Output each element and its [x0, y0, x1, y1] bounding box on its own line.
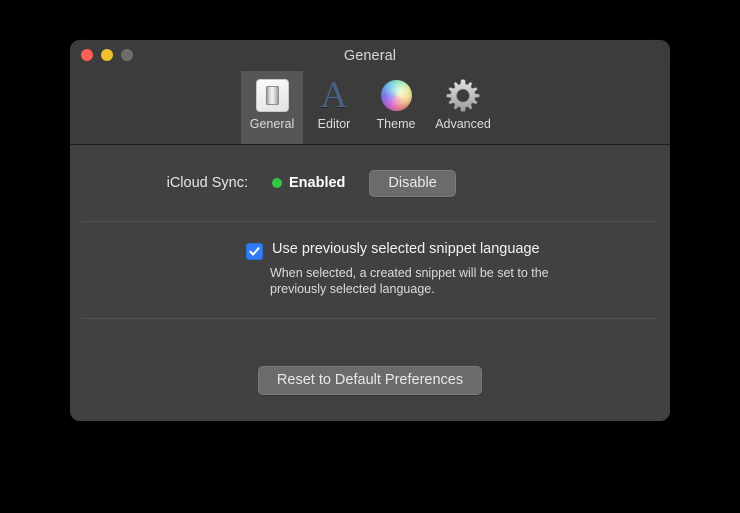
icloud-sync-label: iCloud Sync: [166, 175, 248, 191]
tab-theme[interactable]: Theme [365, 71, 427, 144]
status-indicator-dot [272, 178, 282, 188]
desktop-backdrop: General General A Editor Theme Advanced … [0, 0, 740, 513]
tab-general-label: General [249, 117, 295, 131]
tab-editor[interactable]: A Editor [303, 71, 365, 144]
window-titlebar: General [70, 40, 670, 71]
window-controls [81, 49, 133, 61]
preferences-window: General General A Editor Theme Advanced … [70, 40, 670, 421]
snippet-language-checkbox-line: Use previously selected snippet language [246, 241, 670, 260]
tab-theme-label: Theme [376, 117, 416, 131]
checkmark-icon [249, 247, 260, 256]
snippet-language-row: Use previously selected snippet language… [70, 222, 670, 318]
reset-row: Reset to Default Preferences [70, 319, 670, 395]
icloud-sync-row: iCloud Sync: Enabled Disable [70, 145, 670, 221]
window-title: General [343, 47, 397, 64]
use-previous-language-checkbox[interactable] [246, 243, 263, 260]
preferences-content: iCloud Sync: Enabled Disable Use previou… [70, 145, 670, 421]
tab-general[interactable]: General [241, 71, 303, 144]
tab-advanced[interactable]: Advanced [427, 71, 499, 144]
reset-to-default-preferences-button[interactable]: Reset to Default Preferences [257, 366, 483, 395]
use-previous-language-label: Use previously selected snippet language [272, 241, 540, 257]
icloud-status-text: Enabled [289, 175, 346, 191]
snippet-language-help-text: When selected, a created snippet will be… [270, 266, 549, 296]
gear-icon [441, 74, 485, 116]
close-button-icon[interactable] [81, 49, 93, 61]
tab-advanced-label: Advanced [435, 117, 491, 131]
zoom-button-icon[interactable] [121, 49, 133, 61]
color-wheel-icon [374, 74, 418, 116]
tab-editor-label: Editor [317, 117, 351, 131]
minimize-button-icon[interactable] [101, 49, 113, 61]
preferences-toolbar: General A Editor Theme Advanced [70, 71, 670, 145]
disable-icloud-sync-button[interactable]: Disable [369, 169, 456, 197]
serif-letter-a-icon: A [320, 74, 348, 116]
light-switch-icon [250, 74, 294, 116]
